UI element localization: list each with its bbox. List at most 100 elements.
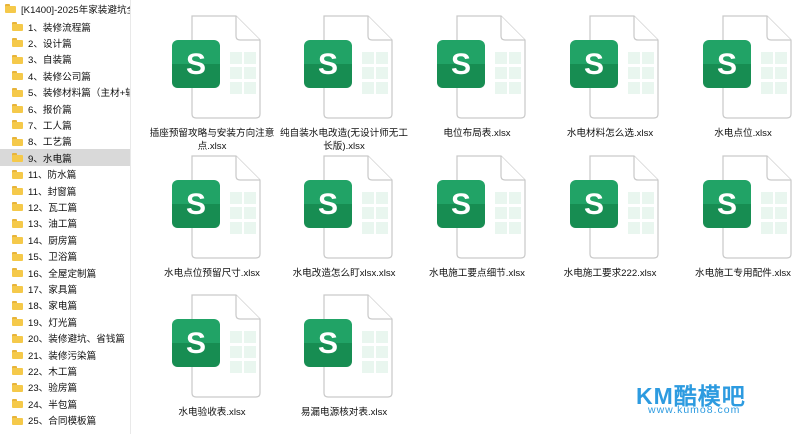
file-item[interactable]: S 水电施工要求222.xlsx (545, 148, 675, 279)
folder-icon (12, 120, 23, 130)
file-name: 易漏电源核对表.xlsx (300, 407, 388, 418)
tree-item-label: 13、油工篇 (28, 219, 78, 231)
tree-item-label: 6、报价篇 (28, 104, 72, 116)
file-icon-letter: S (186, 48, 206, 81)
file-icon-letter: S (318, 327, 338, 360)
file-icon-letter: S (717, 48, 737, 81)
tree-item-label: 17、家具篇 (28, 284, 78, 296)
folder-icon (12, 202, 23, 212)
spreadsheet-file-icon: S (304, 155, 393, 259)
tree-item-label: 3、自装篇 (28, 55, 72, 67)
file-icon-letter: S (186, 188, 206, 221)
file-grid: S 插座预留攻略与安装方向注意点.xlsx S 纯自装水电改造(无设计师无工长版).x… (131, 0, 800, 434)
spreadsheet-file-icon: S (570, 155, 659, 259)
spreadsheet-file-icon: S (172, 15, 261, 119)
folder-icon (12, 153, 23, 163)
folder-icon (12, 186, 23, 195)
tree-item-label: 20、装修避坑、省钱篇 (28, 334, 126, 346)
tree-item[interactable]: 14、厨房篇 (0, 231, 130, 248)
file-item[interactable]: S 易漏电源核对表.xlsx (279, 287, 409, 418)
folder-icon (5, 4, 16, 13)
file-name: 水电施工要求222.xlsx (563, 268, 657, 279)
tree-item-label: 8、工艺篇 (28, 137, 72, 149)
tree-item-label: 19、灯光篇 (28, 317, 78, 329)
folder-icon (12, 104, 23, 113)
tree-item[interactable]: 19、灯光篇 (0, 313, 130, 330)
file-item[interactable]: S 水电点位预留尺寸.xlsx (147, 148, 277, 279)
file-icon-letter: S (451, 48, 471, 81)
tree-item-label: 5、装修材料篇（主材+辅材） (28, 88, 130, 100)
tree-item[interactable]: 5、装修材料篇（主材+辅材） (0, 84, 130, 101)
file-icon-letter: S (717, 188, 737, 221)
file-icon-letter: S (584, 188, 604, 221)
tree-item-label: 22、木工篇 (28, 366, 78, 378)
file-item[interactable]: S 水电验收表.xlsx (147, 287, 277, 418)
file-item[interactable]: S 插座预留攻略与安装方向注意点.xlsx (147, 8, 277, 152)
file-name: 水电点位预留尺寸.xlsx (164, 268, 260, 279)
tree-item[interactable]: 9、水电篇 (0, 149, 130, 167)
file-icon-letter: S (318, 188, 338, 221)
folder-icon (12, 268, 23, 277)
tree-item-label: 23、验房篇 (28, 383, 78, 395)
tree-item[interactable]: 13、油工篇 (0, 215, 130, 232)
tree-item[interactable]: 20、装修避坑、省钱篇 (0, 330, 130, 347)
tree-item[interactable]: 11、防水篇 (0, 166, 130, 183)
folder-icon (12, 382, 23, 392)
tree-item[interactable]: 16、全屋定制篇 (0, 264, 130, 281)
file-icon-letter: S (584, 48, 604, 81)
tree-item[interactable]: 1、装修流程篇 (0, 18, 130, 35)
tree-item-label: 9、水电篇 (28, 153, 72, 165)
spreadsheet-file-icon: S (172, 155, 261, 259)
folder-icon (12, 169, 23, 179)
folder-tree: [K1400]-2025年家装避坑全流程 1、装修流程篇 2、设计篇 3、自装篇 4、… (0, 0, 131, 434)
folder-icon (12, 235, 23, 245)
spreadsheet-file-icon: S (703, 155, 792, 259)
folder-icon (12, 284, 23, 294)
tree-item-label: 4、装修公司篇 (28, 71, 91, 83)
tree-item-label: 24、半包篇 (28, 399, 78, 411)
file-item[interactable]: S 电位布局表.xlsx (412, 8, 542, 139)
tree-item[interactable]: 7、工人篇 (0, 116, 130, 133)
watermark-url: www.kumo8.com (648, 404, 741, 416)
file-item[interactable]: S 水电施工要点细节.xlsx (412, 148, 542, 279)
tree-item[interactable]: 24、半包篇 (0, 395, 130, 412)
tree-item[interactable]: 17、家具篇 (0, 280, 130, 297)
tree-item[interactable]: 4、装修公司篇 (0, 67, 130, 84)
folder-icon (12, 300, 23, 310)
tree-item[interactable]: 23、验房篇 (0, 379, 130, 396)
folder-icon (12, 350, 23, 359)
file-item[interactable]: S 纯自装水电改造(无设计师无工长版).xlsx (279, 8, 409, 152)
folder-icon (12, 251, 23, 261)
folder-icon (12, 54, 23, 64)
file-item[interactable]: S 水电改造怎么盯xlsx.xlsx (279, 148, 409, 279)
tree-item[interactable]: 22、木工篇 (0, 362, 130, 379)
spreadsheet-file-icon: S (570, 15, 659, 119)
file-item[interactable]: S 水电点位.xlsx (678, 8, 800, 139)
tree-item[interactable]: 15、卫浴篇 (0, 248, 130, 265)
tree-item[interactable]: 25、合同模板篇 (0, 412, 130, 429)
spreadsheet-file-icon: S (172, 294, 261, 398)
file-item[interactable]: S 水电材料怎么选.xlsx (545, 8, 675, 139)
tree-item[interactable]: 2、设计篇 (0, 34, 130, 51)
tree-item[interactable]: 11、封窗篇 (0, 182, 130, 199)
tree-item[interactable]: 18、家电篇 (0, 297, 130, 314)
watermark-logo: KM酷模吧 www.kumo8.com (636, 377, 756, 417)
tree-item[interactable]: 6、报价篇 (0, 100, 130, 117)
tree-item[interactable]: 3、自装篇 (0, 51, 130, 68)
tree-item[interactable]: 8、工艺篇 (0, 133, 130, 150)
spreadsheet-file-icon: S (437, 15, 526, 119)
folder-icon (12, 333, 23, 343)
folder-icon (12, 71, 23, 81)
tree-item[interactable]: 12、瓦工篇 (0, 198, 130, 215)
file-name: 电位布局表.xlsx (443, 128, 511, 139)
tree-item-label: 15、卫浴篇 (28, 252, 78, 264)
file-item[interactable]: S 水电施工专用配件.xlsx (678, 148, 800, 279)
tree-root-folder[interactable]: [K1400]-2025年家装避坑全流程 (0, 0, 130, 17)
tree-item[interactable]: 21、装修污染篇 (0, 346, 130, 363)
file-name: 水电施工专用配件.xlsx (695, 268, 791, 279)
folder-icon (12, 218, 23, 228)
file-name: 水电点位.xlsx (714, 128, 772, 139)
tree-item-label: 14、厨房篇 (28, 235, 78, 247)
file-icon-letter: S (186, 327, 206, 360)
spreadsheet-file-icon: S (304, 294, 393, 398)
